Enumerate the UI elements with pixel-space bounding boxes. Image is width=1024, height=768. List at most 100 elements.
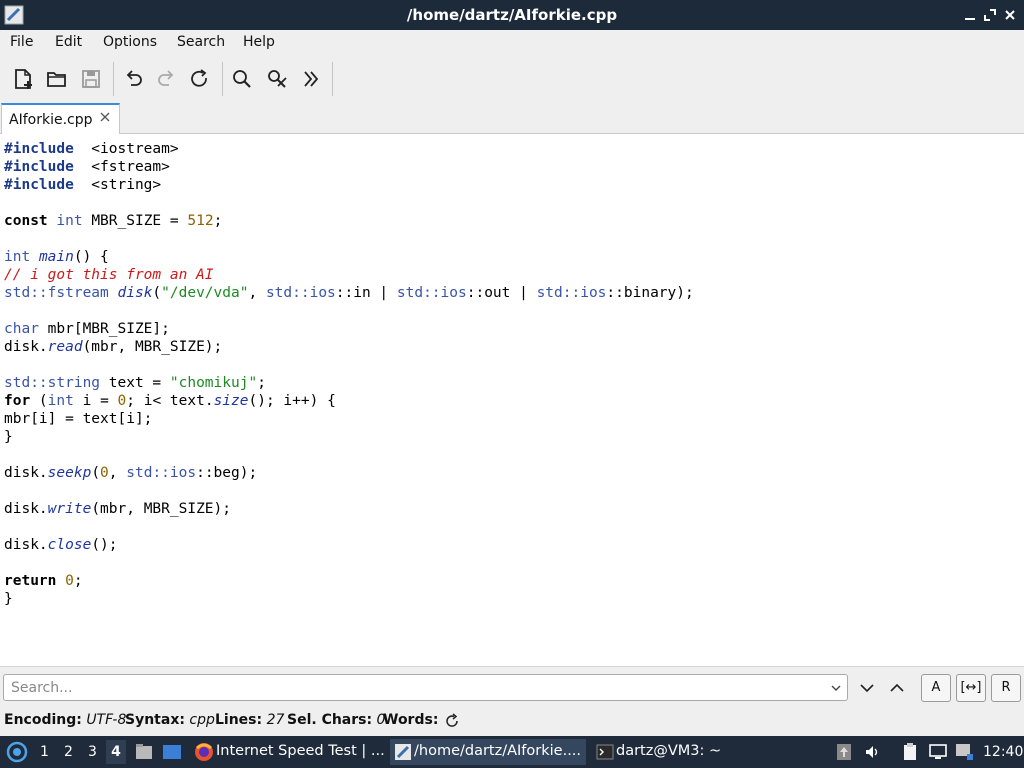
syntax-status: Syntax: cpp — [125, 712, 215, 728]
code-token: std::ios — [396, 285, 467, 301]
save-button[interactable] — [78, 66, 104, 92]
code-token: disk. — [4, 339, 48, 355]
go-to-line-button[interactable] — [298, 66, 324, 92]
code-line: disk.seekp(0, std::ios::beg); — [4, 464, 257, 482]
code-token: ( — [30, 393, 48, 409]
find-previous-icon[interactable] — [887, 678, 907, 698]
toolbar-separator — [222, 62, 223, 96]
close-button[interactable] — [1002, 7, 1018, 23]
code-token: 0 — [117, 393, 127, 409]
menu-edit[interactable]: Edit — [55, 34, 82, 50]
code-token: disk — [117, 285, 153, 301]
taskbar: 1 2 3 4 Internet Speed Test | ... /home/… — [0, 736, 1024, 768]
code-token: std::string — [4, 375, 101, 391]
reload-button[interactable] — [187, 66, 213, 92]
code-line: #include <string> — [4, 176, 161, 194]
code-line: const int MBR_SIZE = 512; — [4, 212, 222, 230]
search-input[interactable] — [3, 674, 848, 701]
code-token: int — [47, 393, 74, 409]
title-bar: /home/dartz/AIforkie.cpp — [0, 0, 1024, 30]
tab-close-button[interactable] — [99, 111, 111, 127]
code-token: ::beg); — [196, 465, 258, 481]
replace-button[interactable] — [264, 66, 290, 92]
workspace-3[interactable]: 3 — [88, 744, 97, 760]
code-token: disk. — [4, 501, 48, 517]
monitor-icon[interactable] — [928, 742, 948, 762]
code-token: #include — [4, 159, 74, 175]
code-token: (mbr, MBR_SIZE); — [91, 501, 231, 517]
task-terminal[interactable]: dartz@VM3: ~ — [592, 739, 742, 765]
find-replace-icon — [268, 70, 287, 88]
find-next-icon[interactable] — [857, 678, 877, 698]
match-case-toggle[interactable]: A — [921, 674, 951, 702]
code-token: MBR_SIZE = — [82, 213, 188, 229]
code-token: const — [4, 213, 48, 229]
search-icon — [233, 70, 251, 88]
clipboard-icon[interactable] — [900, 742, 920, 762]
code-token: char — [4, 321, 39, 337]
text-editor-icon — [395, 744, 411, 760]
start-menu-icon[interactable] — [6, 741, 28, 763]
regex-toggle[interactable]: R — [991, 674, 1021, 702]
code-token: size — [213, 393, 249, 409]
find-button[interactable] — [229, 66, 255, 92]
file-manager-icon[interactable] — [134, 742, 154, 762]
menu-options[interactable]: Options — [103, 34, 157, 50]
code-token: (); i++) { — [248, 393, 336, 409]
workspace-1[interactable]: 1 — [40, 744, 49, 760]
code-token: int — [56, 213, 83, 229]
maximize-button[interactable] — [982, 7, 998, 23]
toolbar — [0, 56, 1024, 102]
show-desktop-icon[interactable] — [162, 742, 182, 762]
new-file-button[interactable] — [10, 66, 36, 92]
workspace-2[interactable]: 2 — [64, 744, 73, 760]
redo-button[interactable] — [154, 66, 180, 92]
terminal-icon — [596, 744, 614, 760]
refresh-words-icon[interactable] — [444, 713, 460, 729]
undo-button[interactable] — [120, 66, 146, 92]
menu-search[interactable]: Search — [177, 34, 225, 50]
menu-file[interactable]: File — [10, 34, 33, 50]
minimize-button[interactable] — [962, 7, 978, 23]
network-icon[interactable] — [954, 742, 974, 762]
menu-help[interactable]: Help — [243, 34, 275, 50]
update-notifier-icon[interactable] — [836, 743, 852, 761]
code-token: std::ios — [126, 465, 197, 481]
code-token: // i got this from an AI — [4, 267, 214, 283]
code-editor[interactable]: #include <iostream> #include <fstream> #in… — [0, 134, 1024, 666]
tab-bar: AIforkie.cpp — [0, 102, 1024, 135]
task-label: dartz@VM3: ~ — [616, 743, 722, 759]
whole-word-toggle[interactable]: [↔] — [956, 674, 986, 702]
toolbar-separator — [332, 62, 333, 96]
double-chevron-right-icon — [304, 71, 319, 87]
search-bar: A [↔] R — [0, 666, 1024, 706]
task-browser[interactable]: Internet Speed Test | ... — [192, 739, 385, 765]
code-token: #include — [4, 141, 74, 157]
code-token: () { — [73, 249, 109, 265]
tab-aiforkie[interactable]: AIforkie.cpp — [1, 103, 120, 135]
code-line: int main() { — [4, 248, 109, 266]
code-token: seekp — [47, 465, 92, 481]
status-bar: Encoding: UTF-8 Syntax: cpp Lines: 27 Se… — [0, 706, 1024, 736]
code-line: for (int i = 0; i< text.size(); i++) { — [4, 392, 336, 410]
task-text-editor[interactable]: /home/dartz/AIforkie.... — [390, 739, 586, 765]
toolbar-separator — [113, 62, 114, 96]
code-token: } — [4, 429, 13, 445]
workspace-4[interactable]: 4 — [106, 740, 126, 764]
code-token: int — [4, 249, 31, 265]
match-case-icon: A — [931, 680, 941, 695]
undo-icon — [126, 70, 142, 86]
code-line: #include <fstream> — [4, 158, 170, 176]
clock[interactable]: 12:40 — [983, 744, 1023, 760]
code-token: mbr[MBR_SIZE]; — [38, 321, 170, 337]
open-file-button[interactable] — [44, 66, 70, 92]
task-label: /home/dartz/AIforkie.... — [414, 743, 582, 759]
volume-icon[interactable] — [864, 743, 882, 761]
firefox-icon — [195, 743, 213, 761]
chevron-down-icon[interactable] — [829, 681, 843, 695]
whole-word-icon: [↔] — [960, 680, 982, 695]
code-token: , — [248, 285, 266, 301]
code-token: ( — [152, 285, 162, 301]
reload-icon — [191, 69, 207, 87]
